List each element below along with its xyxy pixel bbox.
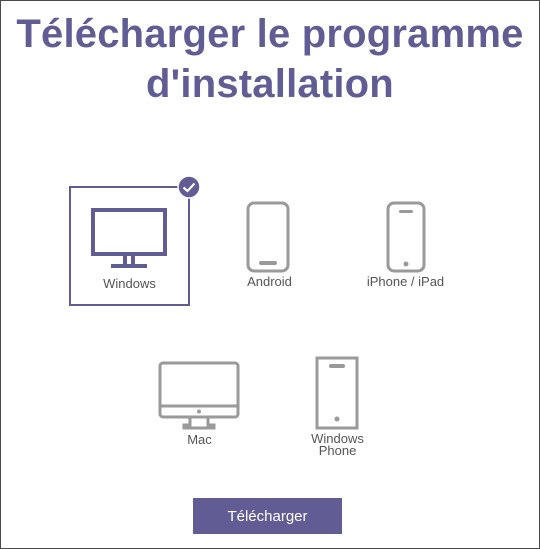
option-iphone-ipad-label: iPhone / iPad — [366, 274, 445, 289]
option-android-label: Android — [247, 274, 292, 289]
page-title-line-2: d'installation — [146, 62, 394, 106]
option-mac-label: Mac — [187, 432, 212, 447]
download-button[interactable]: Télécharger — [193, 498, 342, 534]
option-windows[interactable]: Windows — [69, 175, 201, 306]
option-windows-phone-label: Windows Phone — [277, 432, 398, 458]
checkmark-icon — [177, 175, 201, 199]
windows-phone-icon — [315, 356, 359, 430]
option-windows-label: Windows — [103, 276, 156, 291]
iphone-icon — [386, 201, 426, 273]
page-title: Télécharger le programme d'installation — [1, 9, 539, 109]
installer-download-panel: Télécharger le programme d'installation … — [0, 0, 540, 549]
monitor-icon — [91, 208, 167, 268]
option-android[interactable]: Android — [209, 186, 330, 306]
option-iphone-ipad[interactable]: iPhone / iPad — [345, 186, 466, 306]
page-title-line-1: Télécharger le programme — [16, 12, 524, 56]
option-mac[interactable]: Mac — [139, 346, 260, 466]
option-windows-phone[interactable]: Windows Phone — [277, 346, 398, 466]
android-phone-icon — [246, 201, 290, 273]
option-windows-phone-label-line-2: Phone — [318, 443, 357, 458]
imac-icon — [158, 361, 240, 430]
